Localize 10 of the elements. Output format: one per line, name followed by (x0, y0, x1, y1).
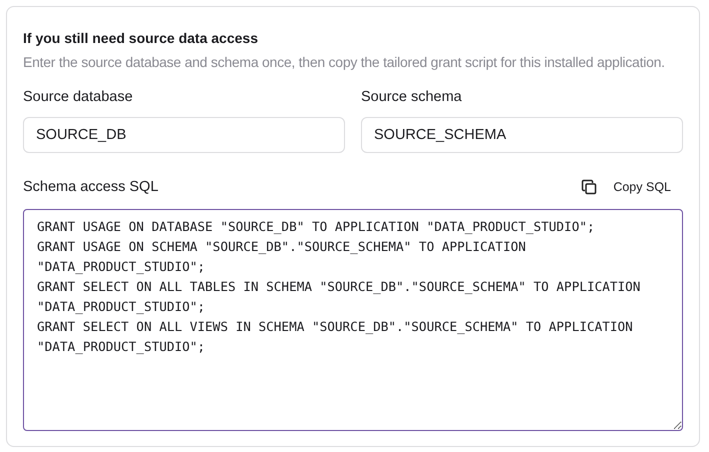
text-field[interactable]: SOURCE_DB (23, 117, 345, 153)
copy-button[interactable]: Copy SQL (577, 177, 683, 197)
sql-field[interactable]: GRANT USAGE ON DATABASE "SOURCE_DB" TO APPLICATION "DATA_PRODUCT_STUDIO"; GRANT USAGE ON SCHEMA "SOURCE_DB"."SOURCE_SCHEMA" TO APPLICATION "DATA_PRODUCT_STUDIO"; GRANT SELECT ON ALL TABLES IN SCHEMA "SOURCE_DB"."SOURCE_SCHEMA" TO APPLICATION "DATA_PRODUCT_STUDIO"; GRANT SELECT ON ALL VIEWS IN SCHEMA "SOURCE_DB"."SOURCE_SCHEMA" TO APPLICATION "DATA_PRODUCT_STUDIO"; (23, 209, 683, 431)
text-field[interactable]: SOURCE_SCHEMA (361, 117, 683, 153)
field-label: Schema access SQL (23, 179, 158, 195)
field-label: Source schema (361, 89, 463, 105)
section-title: If you still need source data access (23, 30, 259, 46)
copy-icon (581, 179, 598, 195)
section-description: Enter the source database and schema once, then copy the tailored grant script for this installed application. (23, 54, 666, 70)
field-label: Source database (23, 89, 134, 105)
